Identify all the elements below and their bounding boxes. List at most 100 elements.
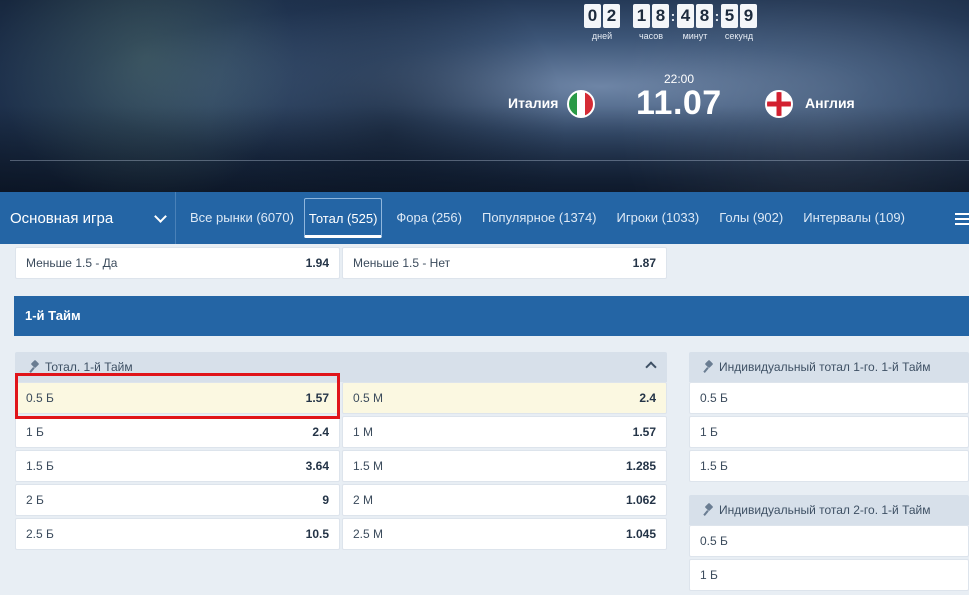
odd-cell-under[interactable]: 0.5 М 2.4: [342, 382, 667, 414]
market-tabs: Все рынки (6070) Тотал (525) Фора (256) …: [176, 192, 915, 244]
odd-cell-under[interactable]: 1 М 1.57: [342, 416, 667, 448]
pin-icon[interactable]: [703, 361, 715, 373]
tab-popular[interactable]: Популярное (1374): [472, 198, 607, 238]
market-title: Индивидуальный тотал 2-го. 1-й Тайм: [719, 503, 931, 517]
tab-count: (1374): [558, 210, 597, 225]
odd-cell-under[interactable]: 2 М 1.062: [342, 484, 667, 516]
tab-players[interactable]: Игроки (1033): [607, 198, 710, 238]
countdown-digit: 8: [652, 4, 669, 28]
italy-flag-icon: [567, 90, 595, 118]
odd-cell-over[interactable]: 1.5 Б 3.64: [15, 450, 340, 482]
odd-label: 0.5 Б: [26, 391, 54, 405]
countdown-separator: :: [714, 8, 720, 24]
menu-icon[interactable]: [955, 213, 969, 225]
odd-cell[interactable]: 1.5 Б: [689, 450, 969, 482]
odd-value: 2.4: [312, 425, 329, 439]
odd-cell-over[interactable]: 0.5 Б 1.57: [15, 382, 340, 414]
odd-label: 2 М: [353, 493, 374, 507]
odd-value: 1.94: [305, 256, 329, 270]
odd-cell-over[interactable]: 2.5 Б 10.5: [15, 518, 340, 550]
odd-value: 1.57: [632, 425, 656, 439]
odd-label: 1 Б: [26, 425, 44, 439]
countdown-timer: 0 2 дней 1 8 часов : 4 8 минут : 5 9 сек…: [584, 4, 757, 41]
tab-goals[interactable]: Голы (902): [709, 198, 793, 238]
chevron-down-icon: [154, 209, 167, 223]
tab-count: (902): [752, 210, 784, 225]
odd-label: 1 М: [353, 425, 374, 439]
tab-count: (1033): [661, 210, 700, 225]
tab-label: Популярное: [481, 210, 556, 225]
odd-cell[interactable]: Меньше 1.5 - Да 1.94: [15, 247, 340, 279]
odd-cell-over[interactable]: 1 Б 2.4: [15, 416, 340, 448]
countdown-digit: 9: [740, 4, 757, 28]
countdown-label-hours: часов: [638, 31, 664, 41]
tab-label: Голы: [719, 210, 750, 225]
countdown-hours: 1 8 часов: [633, 4, 669, 41]
home-team-name: Италия: [508, 95, 559, 111]
odd-cell[interactable]: 0.5 Б: [689, 382, 969, 414]
chevron-up-icon[interactable]: [645, 361, 657, 373]
odd-value: 1.87: [632, 256, 656, 270]
odd-label: 1.5 М: [353, 459, 384, 473]
odd-cell[interactable]: Меньше 1.5 - Нет 1.87: [342, 247, 667, 279]
tab-all-markets[interactable]: Все рынки (6070): [180, 198, 304, 238]
odd-value: 1.285: [625, 459, 656, 473]
odd-cell[interactable]: 1 Б: [689, 559, 969, 591]
odd-label: 2 Б: [26, 493, 44, 507]
odd-value: 10.5: [305, 527, 329, 541]
countdown-label-minutes: минут: [682, 31, 708, 41]
tab-label: Интервалы: [803, 210, 871, 225]
countdown-digit: 1: [633, 4, 650, 28]
odd-value: 9: [322, 493, 329, 507]
market-header-individual-total-2[interactable]: Индивидуальный тотал 2-го. 1-й Тайм: [689, 495, 969, 525]
tab-count: (6070): [256, 210, 294, 225]
tab-total[interactable]: Тотал (525): [303, 198, 383, 238]
odd-cell[interactable]: 1 Б: [689, 416, 969, 448]
countdown-seconds: 5 9 секунд: [721, 4, 757, 41]
odd-cell-under[interactable]: 2.5 М 1.045: [342, 518, 667, 550]
odd-label: 1 Б: [700, 425, 718, 439]
section-header[interactable]: 1-й Тайм: [14, 296, 969, 336]
market-header-total[interactable]: Тотал. 1-й Тайм: [15, 352, 667, 382]
tab-count: (256): [431, 210, 462, 225]
odd-label: 1.5 Б: [700, 459, 728, 473]
countdown-digit: 0: [584, 4, 601, 28]
odd-label: 2.5 Б: [26, 527, 54, 541]
tab-label: Фора: [396, 210, 428, 225]
countdown-label-seconds: секунд: [724, 31, 754, 41]
england-flag-icon: [765, 90, 793, 118]
odd-label: 0.5 Б: [700, 391, 728, 405]
odd-cell-under[interactable]: 1.5 М 1.285: [342, 450, 667, 482]
odd-label: 2.5 М: [353, 527, 384, 541]
countdown-digit: 5: [721, 4, 738, 28]
pin-icon[interactable]: [29, 361, 41, 373]
market-nav: Основная игра Все рынки (6070) Тотал (52…: [0, 192, 969, 244]
odd-label: Меньше 1.5 - Да: [26, 256, 118, 270]
tab-handicap[interactable]: Фора (256): [386, 198, 472, 238]
odd-value: 1.062: [625, 493, 656, 507]
odd-value: 1.045: [625, 527, 656, 541]
match-date: 11.07: [636, 84, 722, 122]
countdown-separator: :: [670, 8, 676, 24]
market-title: Индивидуальный тотал 1-го. 1-й Тайм: [719, 360, 931, 374]
match-banner: 0 2 дней 1 8 часов : 4 8 минут : 5 9 сек…: [0, 0, 969, 192]
odd-value: 2.4: [639, 391, 656, 405]
tab-label: Игроки: [616, 210, 659, 225]
pin-icon[interactable]: [703, 504, 715, 516]
odd-value: 1.57: [305, 391, 329, 405]
away-team-name: Англия: [805, 95, 855, 111]
odd-cell[interactable]: 0.5 Б: [689, 525, 969, 557]
tab-intervals[interactable]: Интервалы (109): [793, 198, 915, 238]
countdown-minutes: 4 8 минут: [677, 4, 713, 41]
odd-label: 1 Б: [700, 568, 718, 582]
tab-count: (525): [347, 211, 378, 226]
tab-label: Все рынки: [190, 210, 253, 225]
odd-cell-over[interactable]: 2 Б 9: [15, 484, 340, 516]
odd-label: 0.5 Б: [700, 534, 728, 548]
odd-label: 1.5 Б: [26, 459, 54, 473]
market-header-individual-total-1[interactable]: Индивидуальный тотал 1-го. 1-й Тайм: [689, 352, 969, 382]
banner-divider: [10, 160, 969, 161]
countdown-digit: 8: [696, 4, 713, 28]
odd-label: 0.5 М: [353, 391, 384, 405]
game-type-select[interactable]: Основная игра: [0, 192, 176, 244]
